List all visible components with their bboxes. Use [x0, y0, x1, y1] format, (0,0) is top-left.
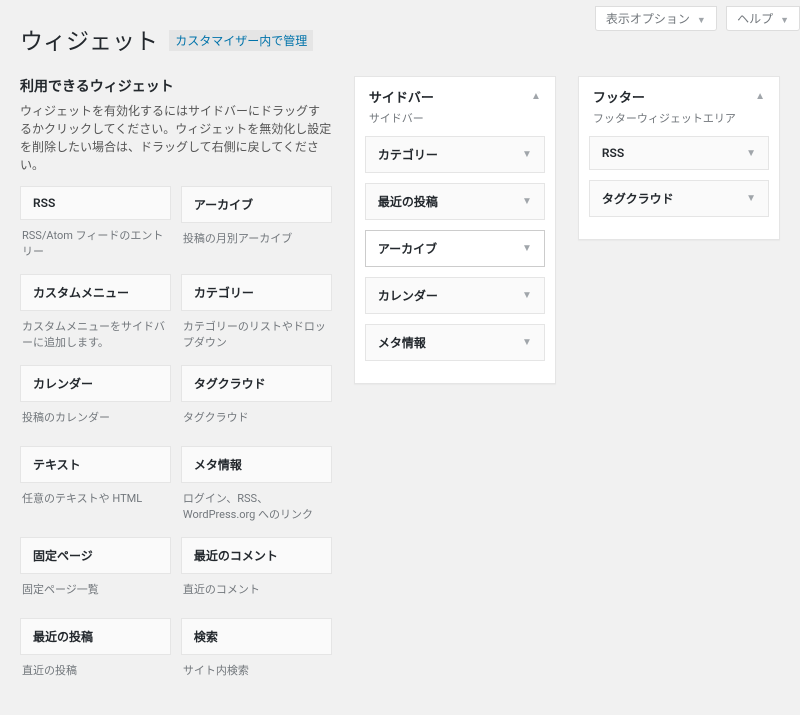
widget-area-sidebar: サイドバー サイドバー カテゴリー最近の投稿アーカイブカレンダーメタ情報 [354, 76, 556, 384]
help-tab[interactable]: ヘルプ [726, 6, 800, 31]
available-widget: 固定ページ固定ページ一覧 [20, 537, 171, 614]
available-widget: メタ情報ログイン、RSS、WordPress.org へのリンク [181, 446, 332, 533]
available-widget: カスタムメニューカスタムメニューをサイドバーに追加します。 [20, 274, 171, 361]
widget-area-sidebar-toggle[interactable]: サイドバー [365, 77, 545, 110]
available-widget: 最近の投稿直近の投稿 [20, 618, 171, 695]
available-widget-desc: タグクラウド [181, 402, 332, 442]
chevron-down-icon [697, 16, 706, 26]
placed-widget-label: アーカイブ [378, 240, 437, 257]
placed-widget[interactable]: RSS [589, 136, 769, 170]
help-label: ヘルプ [737, 12, 773, 26]
available-widget-title[interactable]: 固定ページ [20, 537, 171, 574]
chevron-down-icon [522, 149, 532, 160]
widget-area-footer-title: フッター [593, 87, 645, 106]
placed-widget[interactable]: カテゴリー [365, 136, 545, 173]
available-widget: アーカイブ投稿の月別アーカイブ [181, 186, 332, 270]
widget-area-footer-toggle[interactable]: フッター [589, 77, 769, 110]
available-widget-desc: 任意のテキストや HTML [20, 483, 171, 523]
page-title: ウィジェット [20, 22, 158, 56]
available-widget-desc: 投稿のカレンダー [20, 402, 171, 442]
placed-widget-label: タグクラウド [602, 190, 674, 207]
manage-in-customizer-link[interactable]: カスタマイザー内で管理 [169, 30, 313, 51]
available-widget: 検索サイト内検索 [181, 618, 332, 695]
available-widget: RSSRSS/Atom フィードのエントリー [20, 186, 171, 270]
placed-widget[interactable]: 最近の投稿 [365, 183, 545, 220]
available-widget-desc: ログイン、RSS、WordPress.org へのリンク [181, 483, 332, 533]
widget-area-footer: フッター フッターウィジェットエリア RSS タグクラウド [578, 76, 780, 240]
screen-options-tab[interactable]: 表示オプション [595, 6, 717, 31]
available-widget-desc: カスタムメニューをサイドバーに追加します。 [20, 311, 171, 361]
placed-widget[interactable]: メタ情報 [365, 324, 545, 361]
available-widgets-description: ウィジェットを有効化するにはサイドバーにドラッグするかクリックしてください。ウィ… [20, 102, 332, 174]
widget-area-sidebar-subtitle: サイドバー [365, 110, 545, 136]
available-widget-desc: RSS/Atom フィードのエントリー [20, 220, 171, 270]
placed-widget-label: メタ情報 [378, 334, 426, 351]
chevron-down-icon [522, 290, 532, 301]
chevron-up-icon [755, 91, 765, 102]
available-widget: カテゴリーカテゴリーのリストやドロップダウン [181, 274, 332, 361]
chevron-up-icon [531, 91, 541, 102]
available-widget: 最近のコメント直近のコメント [181, 537, 332, 614]
available-widget: タグクラウドタグクラウド [181, 365, 332, 442]
available-widget-desc: 投稿の月別アーカイブ [181, 223, 332, 263]
available-widget-desc: 固定ページ一覧 [20, 574, 171, 614]
available-widget-desc: カテゴリーのリストやドロップダウン [181, 311, 332, 361]
chevron-down-icon [746, 193, 756, 204]
available-widget-title[interactable]: テキスト [20, 446, 171, 483]
available-widget-title[interactable]: カスタムメニュー [20, 274, 171, 311]
available-widgets-heading: 利用できるウィジェット [20, 76, 332, 96]
placed-widget-label: 最近の投稿 [378, 193, 438, 210]
chevron-down-icon [780, 16, 789, 26]
available-widget-title[interactable]: 最近の投稿 [20, 618, 171, 655]
available-widget-title[interactable]: 検索 [181, 618, 332, 655]
placed-widget[interactable]: カレンダー [365, 277, 545, 314]
placed-widget[interactable]: タグクラウド [589, 180, 769, 217]
available-widget-title[interactable]: メタ情報 [181, 446, 332, 483]
available-widget-title[interactable]: 最近のコメント [181, 537, 332, 574]
available-widget: カレンダー投稿のカレンダー [20, 365, 171, 442]
available-widget: テキスト任意のテキストや HTML [20, 446, 171, 533]
placed-widget-label: カレンダー [378, 287, 438, 304]
placed-widget-label: RSS [602, 146, 624, 160]
available-widget-title[interactable]: カテゴリー [181, 274, 332, 311]
available-widget-title[interactable]: カレンダー [20, 365, 171, 402]
available-widget-desc: サイト内検索 [181, 655, 332, 695]
available-widget-title[interactable]: アーカイブ [181, 186, 332, 223]
placed-widget-label: カテゴリー [378, 146, 438, 163]
available-widget-desc: 直近のコメント [181, 574, 332, 614]
screen-options-label: 表示オプション [606, 12, 690, 26]
available-widget-title[interactable]: タグクラウド [181, 365, 332, 402]
placed-widget[interactable]: アーカイブ [365, 230, 545, 267]
chevron-down-icon [522, 337, 532, 348]
available-widget-title[interactable]: RSS [20, 186, 171, 220]
chevron-down-icon [522, 243, 532, 254]
chevron-down-icon [746, 148, 756, 159]
widget-area-sidebar-title: サイドバー [369, 87, 434, 106]
available-widget-desc: 直近の投稿 [20, 655, 171, 695]
widget-area-footer-subtitle: フッターウィジェットエリア [589, 110, 769, 136]
chevron-down-icon [522, 196, 532, 207]
